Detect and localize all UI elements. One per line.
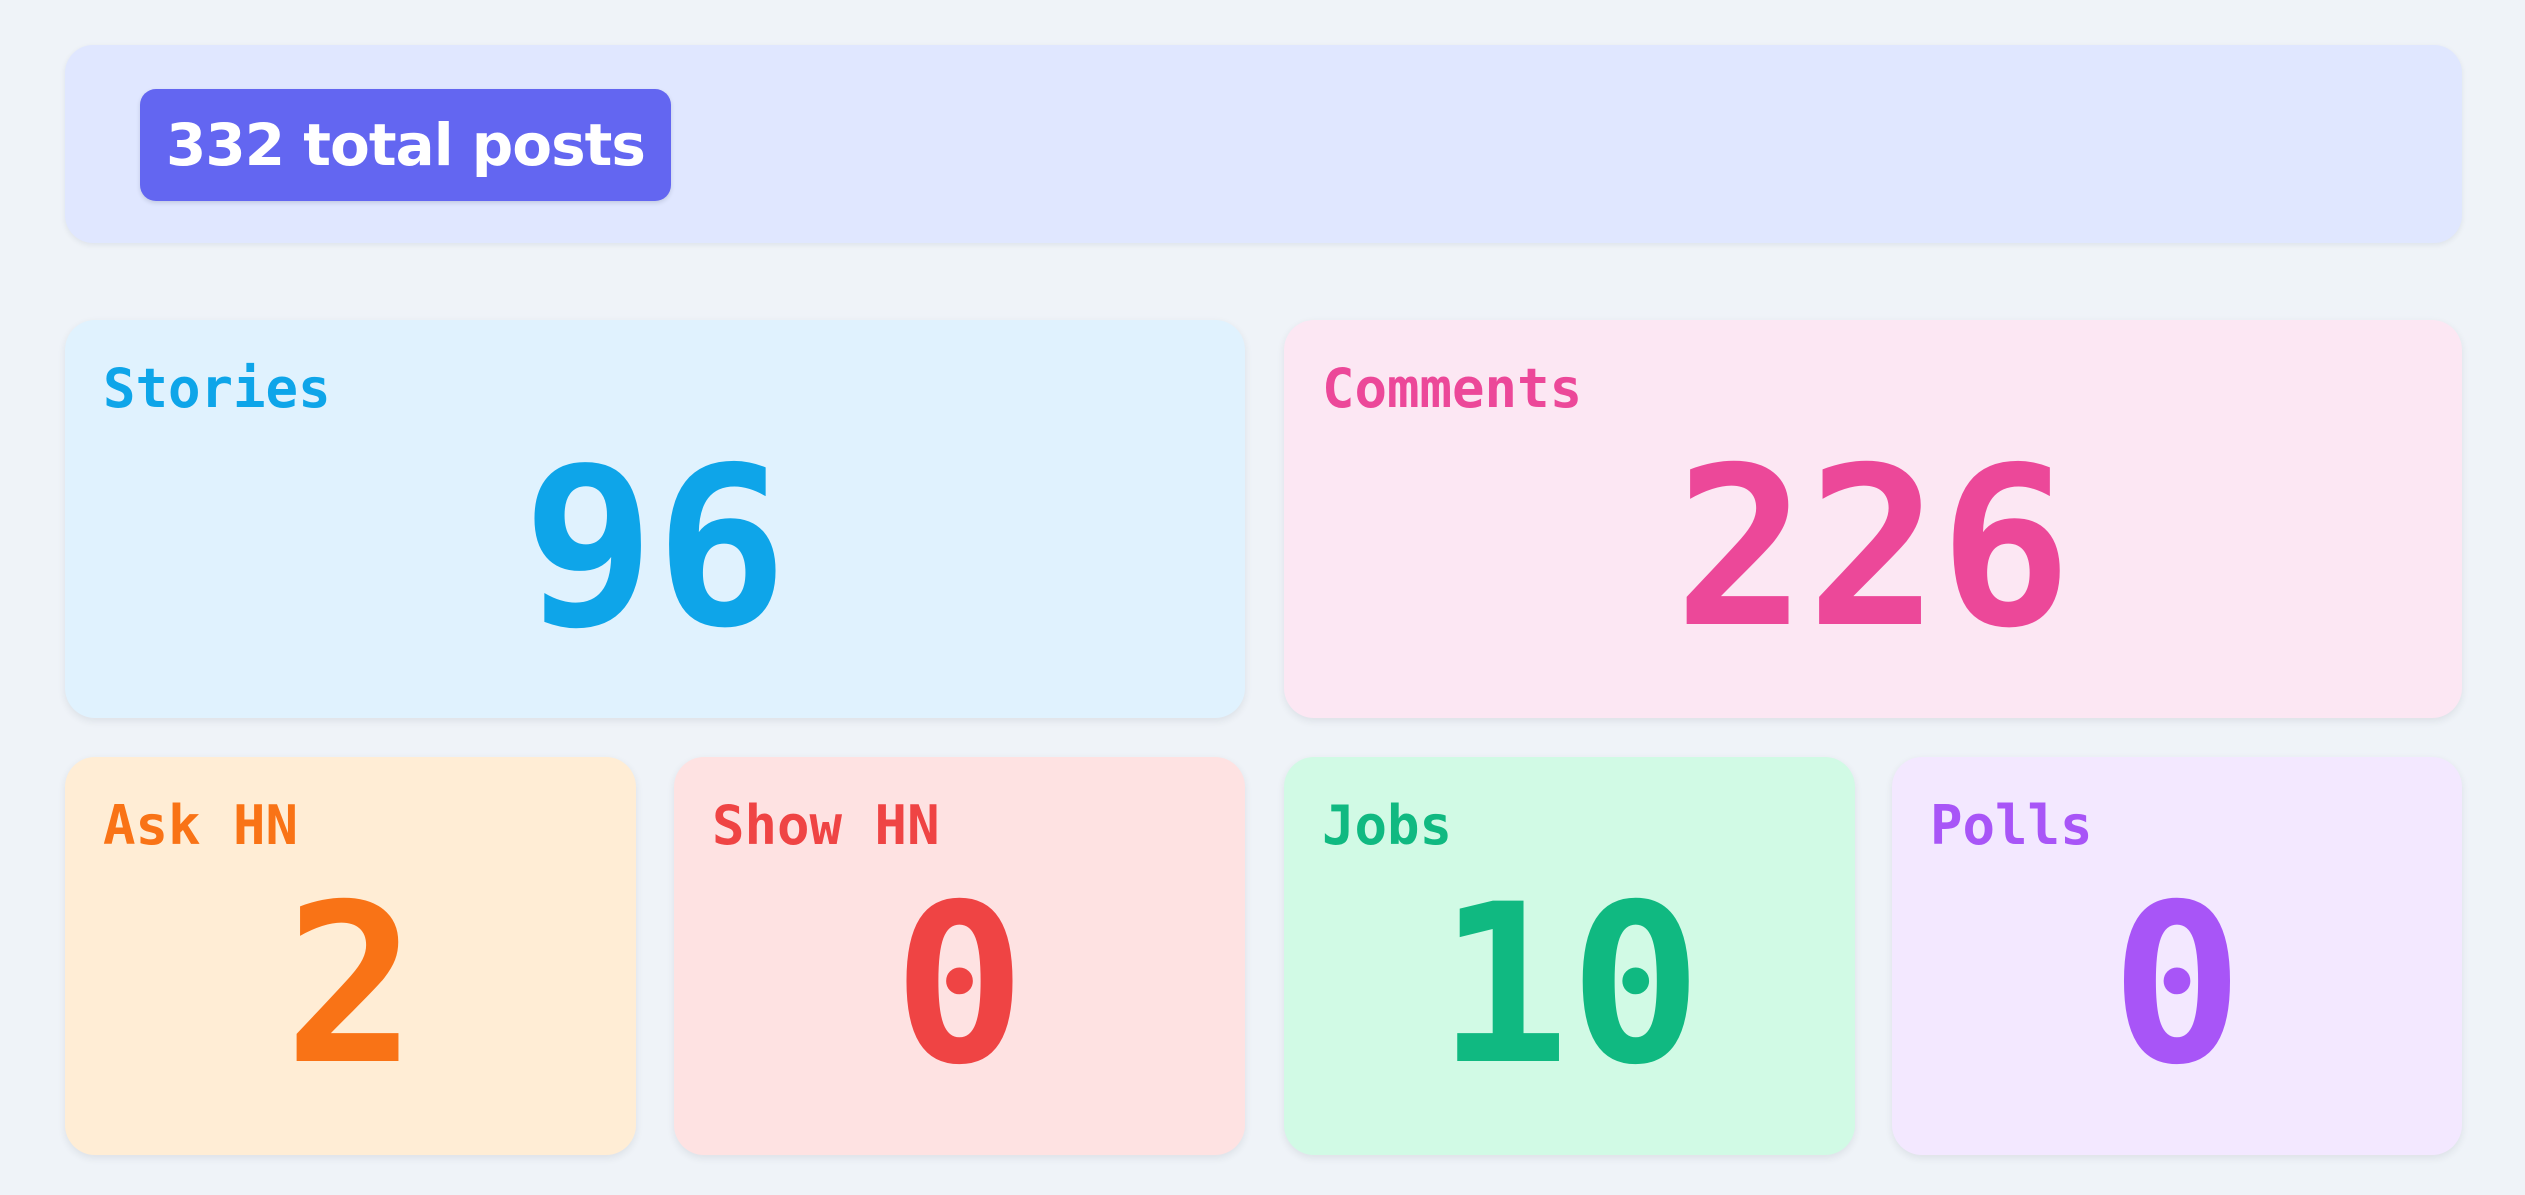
jobs-card: Jobs 10 — [1284, 757, 1855, 1155]
comments-label: Comments — [1322, 357, 1583, 420]
show-hn-label: Show HN — [712, 794, 940, 857]
ask-hn-label: Ask HN — [103, 794, 299, 857]
ask-hn-card: Ask HN 2 — [65, 757, 636, 1155]
comments-card: Comments 226 — [1284, 320, 2462, 718]
stories-label: Stories — [103, 357, 331, 420]
stories-card: Stories 96 — [65, 320, 1245, 718]
polls-label: Polls — [1930, 794, 2093, 857]
ask-hn-count: 2 — [284, 857, 417, 1113]
polls-count: 0 — [2110, 857, 2244, 1113]
jobs-label: Jobs — [1322, 794, 1453, 857]
polls-card: Polls 0 — [1892, 757, 2462, 1155]
comments-count: 226 — [1674, 420, 2072, 676]
jobs-count: 10 — [1437, 857, 1702, 1113]
show-hn-card: Show HN 0 — [674, 757, 1245, 1155]
show-hn-count: 0 — [893, 857, 1026, 1113]
stories-count: 96 — [522, 420, 788, 676]
total-posts-badge: 332 total posts — [140, 89, 671, 201]
summary-bar: 332 total posts — [65, 45, 2462, 243]
